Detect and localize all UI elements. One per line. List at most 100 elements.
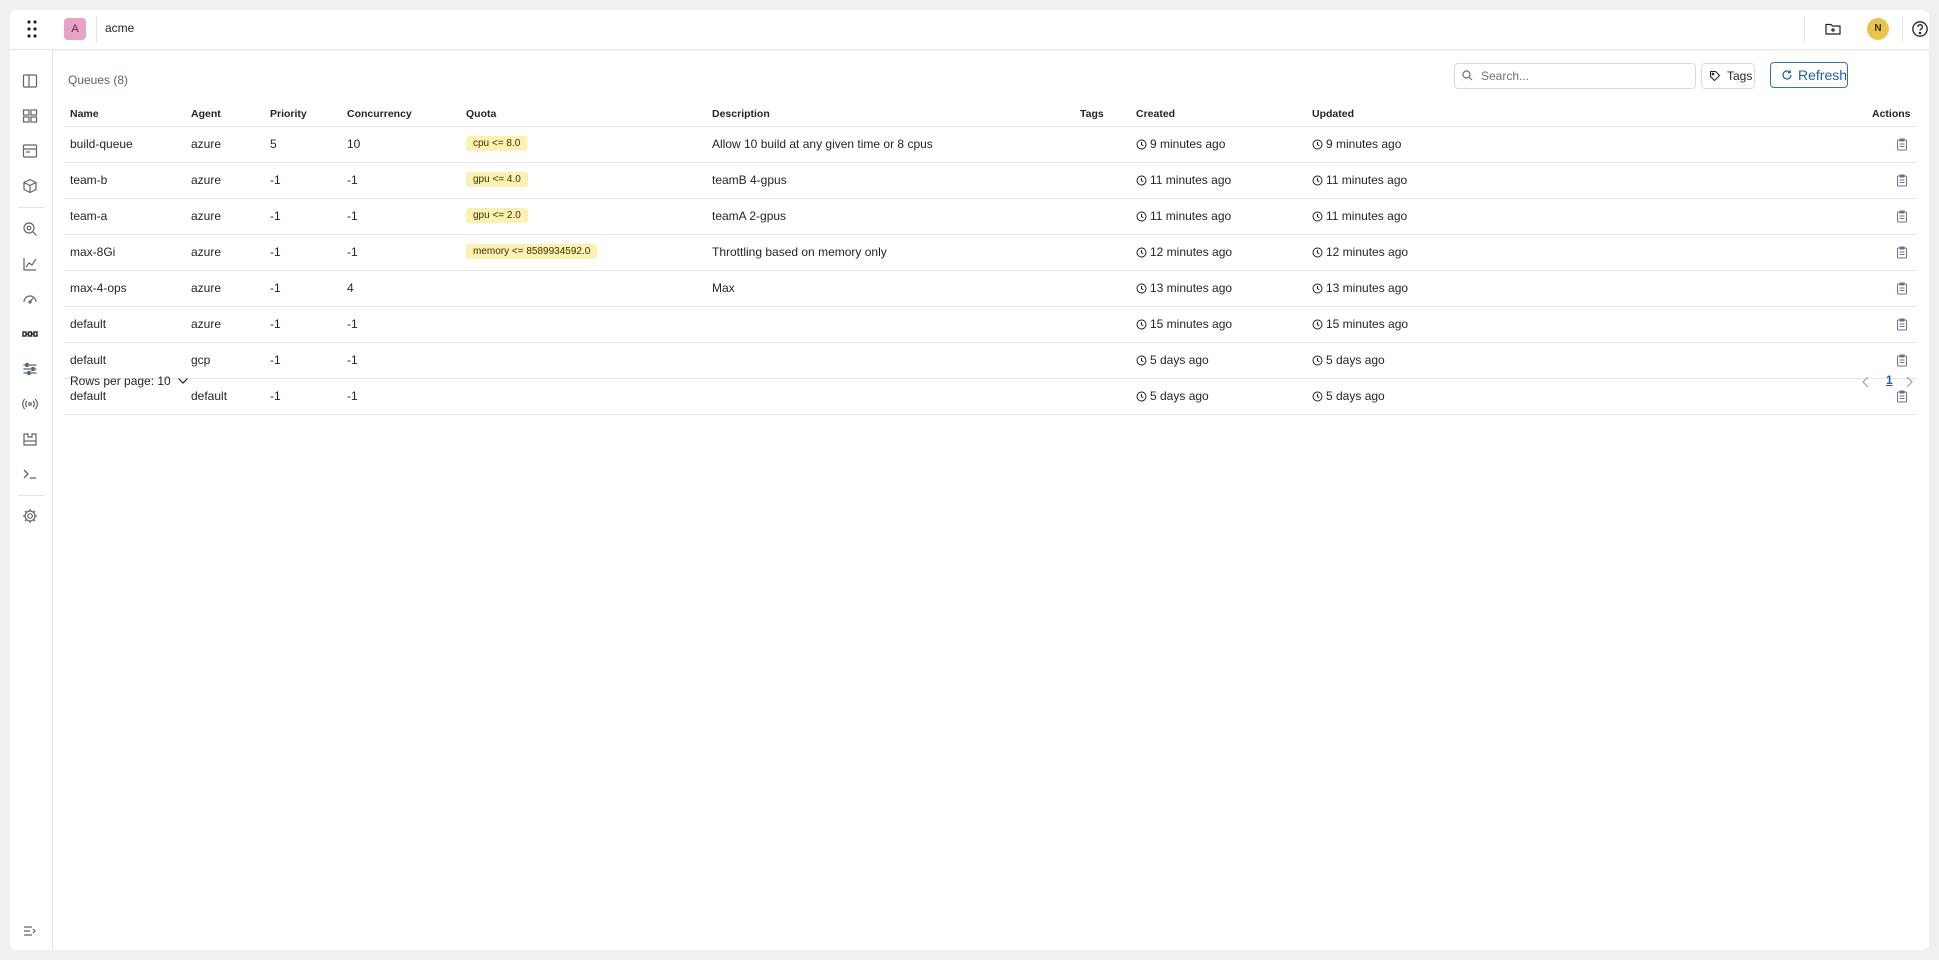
collapse-icon[interactable]	[21, 922, 39, 940]
help-icon[interactable]	[1911, 20, 1929, 38]
user-avatar[interactable]: N	[1867, 18, 1889, 40]
column-header-updated[interactable]: Updated	[1312, 108, 1354, 120]
divider	[1902, 16, 1903, 42]
queue-name[interactable]: default	[70, 317, 106, 331]
updated-time: 15 minutes ago	[1312, 317, 1408, 331]
queue-description: Max	[712, 281, 735, 295]
package-icon[interactable]	[21, 177, 39, 195]
gauge-icon[interactable]	[21, 290, 39, 308]
dashboard-icon[interactable]	[21, 107, 39, 125]
search-icon	[1462, 70, 1473, 81]
copy-icon[interactable]	[1896, 246, 1908, 259]
queue-name[interactable]: build-queue	[70, 137, 133, 151]
created-time: 11 minutes ago	[1136, 209, 1231, 223]
queue-name[interactable]: default	[70, 389, 106, 403]
broadcast-icon[interactable]	[21, 395, 39, 413]
copy-icon[interactable]	[1896, 282, 1908, 295]
quota-badge: gpu <= 2.0	[466, 208, 528, 223]
divider	[96, 16, 97, 42]
table-row[interactable]: team-b azure -1 -1 gpu <= 4.0 teamB 4-gpus 11 …	[64, 163, 1916, 199]
created-time: 5 days ago	[1136, 353, 1209, 367]
clock-icon	[1312, 391, 1323, 401]
search-icon[interactable]	[21, 220, 39, 238]
table-row[interactable]: default gcp -1 -1 5 days ago 5 days ago	[64, 343, 1916, 379]
queue-description: teamB 4-gpus	[712, 173, 787, 187]
search-input[interactable]	[1479, 66, 1693, 86]
table-row[interactable]: default default -1 -1 5 days ago 5 days ago	[64, 379, 1916, 415]
queues-icon[interactable]	[21, 325, 39, 343]
settings-icon[interactable]	[21, 507, 39, 525]
column-header-description[interactable]: Description	[712, 108, 770, 120]
next-page-icon[interactable]	[1903, 375, 1915, 389]
search-field[interactable]	[1454, 63, 1696, 89]
queue-agent: gcp	[191, 353, 211, 367]
tags-button[interactable]: Tags	[1701, 63, 1755, 89]
rows-per-page-label: Rows per page: 10	[70, 374, 171, 388]
column-header-name[interactable]: Name	[70, 108, 99, 120]
updated-time: 11 minutes ago	[1312, 209, 1407, 223]
updated-time-text: 13 minutes ago	[1326, 281, 1409, 295]
copy-icon[interactable]	[1896, 210, 1908, 223]
copy-icon[interactable]	[1896, 174, 1908, 187]
column-header-concurrency[interactable]: Concurrency	[347, 108, 412, 120]
top-bar: A acme N	[10, 10, 1929, 50]
queue-priority: -1	[270, 173, 281, 187]
table-row[interactable]: default azure -1 -1 15 minutes ago 15 minutes…	[64, 307, 1916, 343]
column-header-agent[interactable]: Agent	[191, 108, 221, 120]
copy-icon[interactable]	[1896, 354, 1908, 367]
clock-icon	[1312, 175, 1323, 185]
table-row[interactable]: build-queue azure 5 10 cpu <= 8.0 Allow 10 bu…	[64, 127, 1916, 163]
updated-time: 13 minutes ago	[1312, 281, 1408, 295]
queue-agent: azure	[191, 209, 222, 223]
column-header-tags[interactable]: Tags	[1080, 108, 1104, 120]
updated-time-text: 5 days ago	[1326, 389, 1385, 403]
copy-icon[interactable]	[1896, 390, 1908, 403]
queue-priority: 5	[270, 137, 277, 151]
clock-icon	[1312, 283, 1323, 293]
clock-icon	[1136, 355, 1147, 365]
created-time: 13 minutes ago	[1136, 281, 1232, 295]
table-row[interactable]: team-a azure -1 -1 gpu <= 2.0 teamA 2-gpus 11 …	[64, 199, 1916, 235]
table-header: Name Agent Priority Concurrency Quota De…	[64, 105, 1916, 127]
queue-priority: -1	[270, 317, 281, 331]
copy-icon[interactable]	[1896, 318, 1908, 331]
created-time: 15 minutes ago	[1136, 317, 1232, 331]
column-header-priority[interactable]: Priority	[270, 108, 307, 120]
sliders-icon[interactable]	[21, 360, 39, 378]
queue-name[interactable]: team-b	[70, 173, 107, 187]
table-row[interactable]: max-4-ops azure -1 4 Max 13 minutes ago 13 min…	[64, 271, 1916, 307]
previous-page-icon[interactable]	[1860, 375, 1872, 389]
created-time-text: 15 minutes ago	[1150, 317, 1233, 331]
updated-time: 11 minutes ago	[1312, 173, 1407, 187]
updated-time-text: 12 minutes ago	[1326, 245, 1409, 259]
queue-name[interactable]: team-a	[70, 209, 107, 223]
column-header-quota[interactable]: Quota	[466, 108, 496, 120]
updated-time-text: 15 minutes ago	[1326, 317, 1409, 331]
app-menu-icon[interactable]	[24, 19, 40, 39]
column-header-created[interactable]: Created	[1136, 108, 1175, 120]
copy-icon[interactable]	[1896, 138, 1908, 151]
divider	[1804, 16, 1805, 42]
panel-icon[interactable]	[21, 72, 39, 90]
workspace-avatar[interactable]: A	[64, 18, 86, 40]
chart-icon[interactable]	[21, 255, 39, 273]
inbox-icon[interactable]	[21, 142, 39, 160]
queue-concurrency: -1	[347, 173, 358, 187]
building-icon[interactable]	[21, 430, 39, 448]
updated-time: 12 minutes ago	[1312, 245, 1408, 259]
workspace-name[interactable]: acme	[105, 21, 134, 35]
table-body: build-queue azure 5 10 cpu <= 8.0 Allow 10 bu…	[64, 127, 1916, 415]
refresh-button[interactable]: Refresh	[1770, 62, 1848, 88]
page-number[interactable]: 1	[1886, 373, 1893, 387]
queue-agent: azure	[191, 317, 222, 331]
queues-table: Name Agent Priority Concurrency Quota De…	[64, 105, 1916, 415]
table-row[interactable]: max-8Gi azure -1 -1 memory <= 8589934592.0 Th…	[64, 235, 1916, 271]
folder-icon[interactable]	[1824, 20, 1842, 38]
terminal-icon[interactable]	[21, 465, 39, 483]
queue-name[interactable]: max-8Gi	[70, 245, 115, 259]
queue-name[interactable]: max-4-ops	[70, 281, 127, 295]
queue-agent: azure	[191, 137, 222, 151]
queue-name[interactable]: default	[70, 353, 106, 367]
rows-per-page-select[interactable]: Rows per page: 10	[70, 374, 189, 388]
queue-agent: azure	[191, 281, 222, 295]
